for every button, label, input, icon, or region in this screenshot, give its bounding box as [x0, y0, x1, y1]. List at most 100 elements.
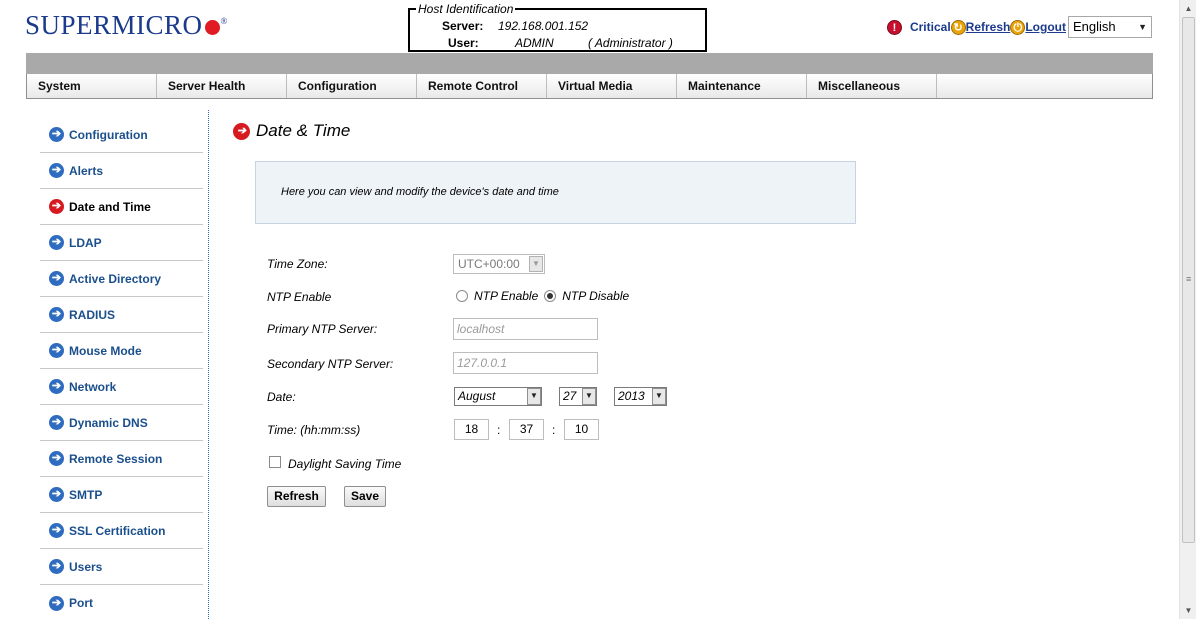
- chevron-down-icon: ▼: [652, 388, 666, 405]
- time-zone-value: UTC+00:00: [458, 257, 520, 271]
- description-box: Here you can view and modify the device'…: [255, 161, 856, 224]
- sidebar-item-active-directory[interactable]: ➔ Active Directory: [40, 261, 203, 297]
- primary-ntp-input[interactable]: localhost: [453, 318, 598, 340]
- menu-maintenance[interactable]: Maintenance: [677, 74, 807, 98]
- sidebar-item-label: SMTP: [69, 487, 103, 502]
- menu-configuration[interactable]: Configuration: [287, 74, 417, 98]
- sidebar-item-label: RADIUS: [69, 307, 116, 322]
- secondary-ntp-label: Secondary NTP Server:: [267, 357, 394, 371]
- vertical-scrollbar[interactable]: ▲ ≡ ▼: [1179, 0, 1196, 619]
- arrow-right-icon: ➔: [49, 307, 64, 322]
- arrow-right-icon: ➔: [49, 271, 64, 286]
- chevron-down-icon: ▼: [1138, 22, 1147, 32]
- menu-server-health[interactable]: Server Health: [157, 74, 287, 98]
- arrow-right-icon: ➔: [49, 487, 64, 502]
- daylight-saving-checkbox[interactable]: [269, 456, 281, 468]
- sidebar-item-network[interactable]: ➔ Network: [40, 369, 203, 405]
- day-select[interactable]: 27 ▼: [559, 387, 597, 406]
- sidebar-item-alerts[interactable]: ➔ Alerts: [40, 153, 203, 189]
- ntp-disable-radio[interactable]: [544, 290, 557, 302]
- hour-input[interactable]: 18: [454, 419, 489, 440]
- time-zone-select[interactable]: UTC+00:00 ▼: [453, 254, 545, 274]
- menu-system[interactable]: System: [27, 74, 157, 98]
- ntp-enable-option-label: NTP Enable: [474, 289, 539, 303]
- arrow-right-icon: ➔: [49, 379, 64, 394]
- host-identification-legend: Host Identification: [416, 2, 516, 16]
- server-value: 192.168.001.152: [498, 19, 589, 33]
- critical-link[interactable]: Critical: [910, 20, 951, 34]
- sidebar-item-label: Remote Session: [69, 451, 163, 466]
- time-zone-label: Time Zone:: [267, 257, 328, 271]
- logout-link[interactable]: Logout: [1025, 20, 1066, 34]
- menu-remote-control[interactable]: Remote Control: [417, 74, 547, 98]
- sidebar-item-label: Configuration: [69, 127, 148, 142]
- menu-miscellaneous[interactable]: Miscellaneous: [807, 74, 937, 98]
- sidebar-item-port[interactable]: ➔ Port: [40, 585, 203, 621]
- sidebar-item-users[interactable]: ➔ Users: [40, 549, 203, 585]
- arrow-right-icon: ➔: [233, 122, 250, 140]
- logo-text: SUPERMICRO: [25, 10, 203, 40]
- month-value: August: [458, 389, 496, 403]
- logout-icon[interactable]: ⏻: [1010, 19, 1026, 35]
- critical-alert-icon[interactable]: !: [886, 19, 902, 35]
- sidebar-item-configuration[interactable]: ➔ Configuration: [40, 117, 203, 153]
- minute-input[interactable]: 37: [509, 419, 544, 440]
- user-value: ADMIN: [515, 36, 554, 50]
- scrollbar-thumb[interactable]: ≡: [1182, 17, 1195, 543]
- arrow-right-icon: ➔: [49, 595, 64, 611]
- arrow-right-icon: ➔: [49, 415, 64, 430]
- arrow-right-icon: ➔: [49, 127, 64, 142]
- sidebar-item-date-and-time[interactable]: ➔ Date and Time: [40, 189, 203, 225]
- chevron-down-icon: ▼: [527, 388, 541, 405]
- scroll-up-icon[interactable]: ▲: [1180, 0, 1196, 17]
- refresh-link[interactable]: Refresh: [966, 20, 1011, 34]
- chevron-down-icon: ▼: [582, 388, 596, 405]
- sidebar-item-label: Port: [69, 596, 93, 610]
- sidebar-item-ldap[interactable]: ➔ LDAP: [40, 225, 203, 261]
- arrow-right-icon: ➔: [49, 199, 64, 214]
- ntp-enable-label: NTP Enable: [267, 290, 332, 304]
- sidebar-item-label: Dynamic DNS: [69, 415, 148, 430]
- scroll-down-icon[interactable]: ▼: [1180, 602, 1196, 619]
- logo-red-dot-icon: [204, 20, 220, 35]
- menu-virtual-media[interactable]: Virtual Media: [547, 74, 677, 98]
- sidebar-item-radius[interactable]: ➔ RADIUS: [40, 297, 203, 333]
- month-select[interactable]: August ▼: [454, 387, 542, 406]
- arrow-right-icon: ➔: [49, 451, 64, 466]
- sidebar-item-label: SSL Certification: [69, 523, 166, 538]
- header-actions: ! Critical ↻ Refresh ⏻ Logout English ▼: [886, 16, 1152, 38]
- header-band: [26, 53, 1153, 74]
- user-label: User:: [448, 36, 479, 50]
- ntp-disable-option-label: NTP Disable: [562, 289, 630, 303]
- save-button[interactable]: Save: [344, 486, 386, 507]
- time-separator: :: [497, 423, 501, 437]
- year-value: 2013: [618, 389, 645, 403]
- second-input[interactable]: 10: [564, 419, 599, 440]
- arrow-right-icon: ➔: [49, 235, 64, 250]
- language-value: English: [1073, 19, 1116, 34]
- sidebar-item-mouse-mode[interactable]: ➔ Mouse Mode: [40, 333, 203, 369]
- arrow-right-icon: ➔: [49, 559, 64, 574]
- sidebar-item-smtp[interactable]: ➔ SMTP: [40, 477, 203, 513]
- ntp-enable-radio[interactable]: [456, 290, 468, 302]
- page-title-text: Date & Time: [256, 121, 351, 140]
- sidebar-item-label: Users: [69, 559, 103, 574]
- main-menu: System Server Health Configuration Remot…: [26, 74, 1153, 99]
- registered-mark: ®: [220, 16, 228, 26]
- language-select[interactable]: English ▼: [1068, 16, 1152, 38]
- sidebar: ➔ Configuration ➔ Alerts ➔ Date and Time ➔ L…: [40, 117, 203, 621]
- daylight-saving-label: Daylight Saving Time: [288, 457, 402, 471]
- secondary-ntp-input[interactable]: 127.0.0.1: [453, 352, 598, 374]
- refresh-button[interactable]: Refresh: [267, 486, 326, 507]
- sidebar-item-dynamic-dns[interactable]: ➔ Dynamic DNS: [40, 405, 203, 441]
- refresh-icon[interactable]: ↻: [950, 19, 966, 35]
- sidebar-item-remote-session[interactable]: ➔ Remote Session: [40, 441, 203, 477]
- sidebar-item-ssl-certification[interactable]: ➔ SSL Certification: [40, 513, 203, 549]
- arrow-right-icon: ➔: [49, 343, 64, 358]
- sidebar-divider: [208, 110, 209, 619]
- year-select[interactable]: 2013 ▼: [614, 387, 667, 406]
- sidebar-item-label: Mouse Mode: [69, 343, 142, 358]
- arrow-right-icon: ➔: [49, 523, 64, 538]
- sidebar-item-label: Date and Time: [69, 199, 151, 214]
- user-role: ( Administrator ): [588, 36, 673, 50]
